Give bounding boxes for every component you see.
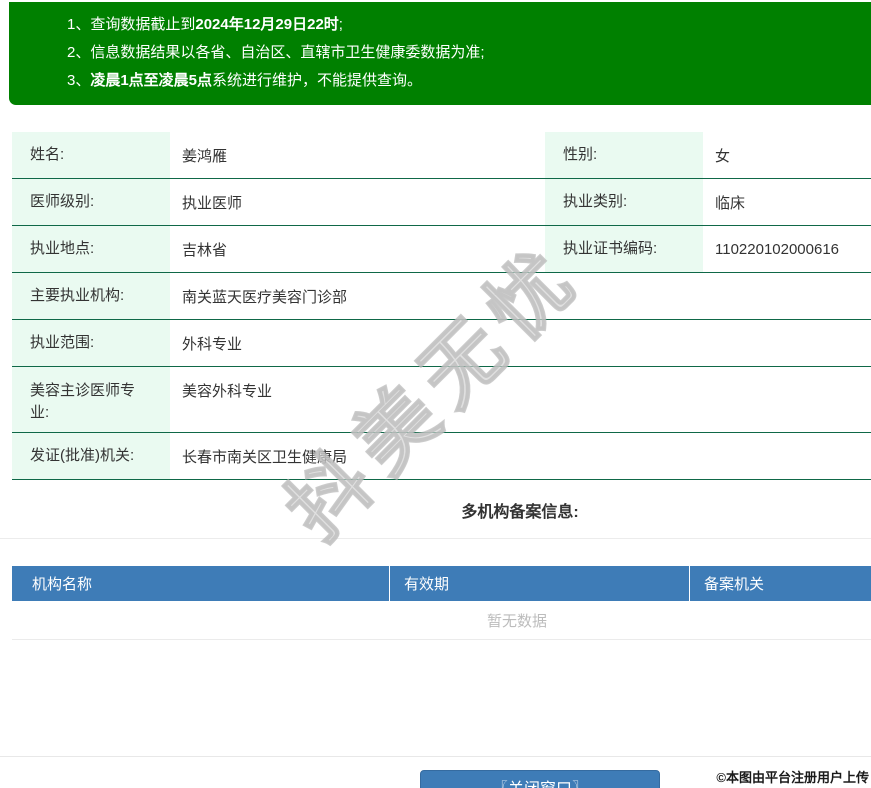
notice-line-1: 1、查询数据截止到2024年12月29日22时;	[67, 11, 871, 39]
notice-line-3: 3、凌晨1点至凌晨5点系统进行维护，不能提供查询。	[67, 67, 871, 95]
multi-institution-section-title: 多机构备案信息:	[0, 498, 871, 522]
certificate-number-label: 执业证书编码:	[545, 226, 703, 272]
table-row-cosmetic-specialty: 美容主诊医师专业: 美容外科专业	[12, 367, 871, 433]
issuing-authority-label: 发证(批准)机关:	[12, 433, 170, 479]
cosmetic-specialty-label: 美容主诊医师专业:	[12, 367, 170, 432]
main-institution-value: 南关蓝天医疗美容门诊部	[170, 273, 871, 319]
notice-num: 1、	[67, 16, 90, 33]
practice-location-label: 执业地点:	[12, 226, 170, 272]
table-row-name-gender: 姓名: 姜鸿雁 性别: 女	[12, 132, 871, 179]
upload-credit-text: ©本图由平台注册用户上传	[716, 767, 869, 786]
notice-num: 2、	[67, 44, 90, 61]
table-row-main-institution: 主要执业机构: 南关蓝天医疗美容门诊部	[12, 273, 871, 320]
cosmetic-specialty-value: 美容外科专业	[170, 367, 871, 432]
page-container: 1、查询数据截止到2024年12月29日22时; 2、信息数据结果以各省、自治区…	[0, 2, 871, 788]
doctor-level-label: 医师级别:	[12, 179, 170, 225]
table-row-practice-scope: 执业范围: 外科专业	[12, 320, 871, 367]
notice-num: 3、	[67, 72, 90, 89]
notice-line-2: 2、信息数据结果以各省、自治区、直辖市卫生健康委数据为准;	[67, 39, 871, 67]
table-row-issuing-authority: 发证(批准)机关: 长春市南关区卫生健康局	[12, 433, 871, 480]
column-header-validity-period: 有效期	[390, 566, 690, 601]
section-divider	[0, 538, 871, 539]
practice-location-value: 吉林省	[170, 226, 545, 272]
close-window-button[interactable]: 〖关闭窗口〗	[420, 770, 660, 788]
notice-banner: 1、查询数据截止到2024年12月29日22时; 2、信息数据结果以各省、自治区…	[9, 2, 871, 105]
records-table: 机构名称 有效期 备案机关 暂无数据	[12, 566, 871, 640]
certificate-number-value: 110220102000616	[703, 226, 871, 272]
column-header-record-authority: 备案机关	[690, 566, 871, 601]
practice-scope-value: 外科专业	[170, 320, 871, 366]
practice-scope-label: 执业范围:	[12, 320, 170, 366]
profile-table: 姓名: 姜鸿雁 性别: 女 医师级别: 执业医师 执业类别: 临床 执业地点: …	[12, 132, 871, 480]
practice-category-value: 临床	[703, 179, 871, 225]
footer-divider	[0, 756, 871, 757]
table-row-level-category: 医师级别: 执业医师 执业类别: 临床	[12, 179, 871, 226]
gender-label: 性别:	[545, 132, 703, 178]
table-row-location-certno: 执业地点: 吉林省 执业证书编码: 110220102000616	[12, 226, 871, 273]
gender-value: 女	[703, 132, 871, 178]
issuing-authority-value: 长春市南关区卫生健康局	[170, 433, 871, 479]
records-table-header: 机构名称 有效期 备案机关	[12, 566, 871, 601]
column-header-institution-name: 机构名称	[12, 566, 390, 601]
name-value: 姜鸿雁	[170, 132, 545, 178]
empty-data-text: 暂无数据	[12, 601, 871, 640]
practice-category-label: 执业类别:	[545, 179, 703, 225]
doctor-level-value: 执业医师	[170, 179, 545, 225]
main-institution-label: 主要执业机构:	[12, 273, 170, 319]
name-label: 姓名:	[12, 132, 170, 178]
